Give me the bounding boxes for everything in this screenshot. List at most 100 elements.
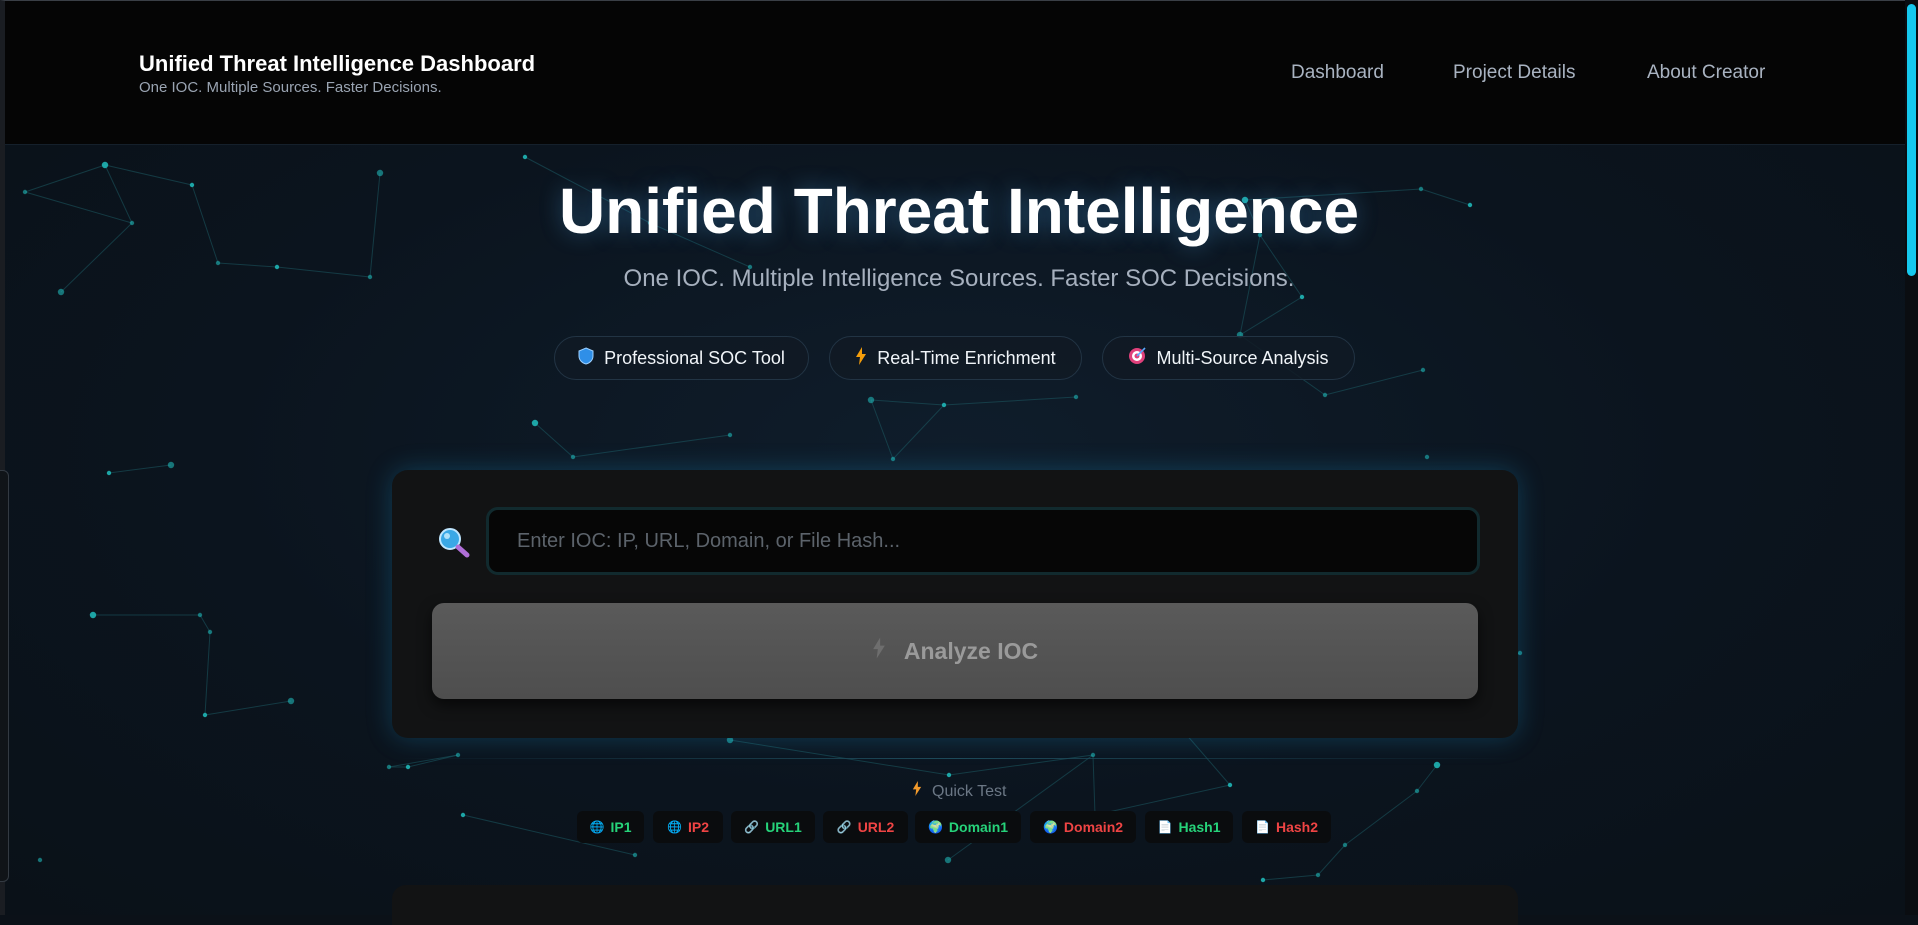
chip-label: Domain2 xyxy=(1063,819,1124,835)
hero-title: Unified Threat Intelligence xyxy=(558,175,1360,247)
network-node xyxy=(455,752,461,758)
network-node xyxy=(106,470,112,476)
nav-about-creator[interactable]: About Creator xyxy=(1647,62,1765,84)
earth-icon: 🌍 xyxy=(1042,820,1058,834)
network-edge xyxy=(870,399,894,460)
network-node xyxy=(1342,842,1348,848)
globe-icon: 🌐 xyxy=(589,820,605,834)
quick-test-chip-domain2[interactable]: 🌍 Domain2 xyxy=(1030,811,1136,843)
network-node xyxy=(386,764,392,770)
magnifier-icon xyxy=(437,526,471,560)
network-node xyxy=(287,697,295,705)
shield-icon xyxy=(578,346,594,370)
network-edge xyxy=(108,464,172,474)
nav-dashboard[interactable]: Dashboard xyxy=(1291,62,1384,84)
network-node xyxy=(941,402,947,408)
network-node xyxy=(531,419,539,427)
document-icon: 📄 xyxy=(1157,820,1173,834)
brand-title: Unified Threat Intelligence Dashboard xyxy=(139,51,536,76)
chip-label: URL1 xyxy=(765,819,802,835)
analyze-button-label: Analyze IOC xyxy=(903,637,1039,664)
quick-test-text: Quick Test xyxy=(932,783,1007,800)
lightning-icon xyxy=(912,781,926,800)
network-edge xyxy=(943,396,1077,406)
network-node xyxy=(89,611,97,619)
quick-test-chip-ip1[interactable]: 🌐 IP1 xyxy=(577,811,644,843)
network-node xyxy=(890,456,896,462)
chip-label: Hash2 xyxy=(1275,819,1318,835)
network-edge xyxy=(388,754,459,768)
chip-label: URL2 xyxy=(857,819,895,835)
link-icon: 🔗 xyxy=(836,820,852,834)
pill-multi-source-analysis: Multi-Source Analysis xyxy=(1102,336,1355,380)
network-edge xyxy=(1184,732,1231,786)
section-divider xyxy=(392,758,1518,759)
quick-test-chip-domain1[interactable]: 🌍 Domain1 xyxy=(915,811,1021,843)
network-edge xyxy=(947,754,1094,861)
link-icon: 🔗 xyxy=(744,820,760,834)
network-edge xyxy=(870,399,945,406)
network-node xyxy=(101,161,109,169)
network-node xyxy=(1322,392,1328,398)
hero-subtitle: One IOC. Multiple Intelligence Sources. … xyxy=(623,265,1295,292)
network-node xyxy=(867,396,875,404)
lightning-icon xyxy=(872,636,886,667)
pill-label: Professional SOC Tool xyxy=(604,347,785,368)
network-node xyxy=(727,432,733,438)
target-icon xyxy=(1128,346,1147,370)
network-node xyxy=(1424,454,1430,460)
lightning-icon xyxy=(855,346,867,370)
network-edge xyxy=(892,404,945,460)
network-node xyxy=(1315,872,1321,878)
quick-test-chip-ip2[interactable]: 🌐 IP2 xyxy=(653,811,723,843)
network-node xyxy=(197,612,203,618)
network-edge xyxy=(1317,844,1346,876)
network-edge xyxy=(204,631,211,716)
quick-test-label: Quick Test xyxy=(0,781,1918,801)
analyze-ioc-button[interactable]: Analyze IOC xyxy=(432,603,1478,699)
scrollbar[interactable] xyxy=(1905,0,1918,915)
network-node xyxy=(1073,394,1079,400)
network-node xyxy=(1420,367,1426,373)
network-edge xyxy=(204,700,292,716)
network-node xyxy=(1260,877,1266,883)
network-node xyxy=(405,764,411,770)
globe-icon: 🌐 xyxy=(667,820,682,834)
network-edge xyxy=(1239,296,1303,336)
network-edge xyxy=(1262,874,1319,881)
quick-test-chip-hash2[interactable]: 📄 Hash2 xyxy=(1242,811,1331,843)
network-node xyxy=(944,856,952,864)
network-node xyxy=(1090,752,1096,758)
network-node xyxy=(1433,761,1441,769)
network-node xyxy=(460,812,466,818)
network-node xyxy=(570,454,576,460)
network-edge xyxy=(199,614,211,633)
quick-test-chip-url1[interactable]: 🔗 URL1 xyxy=(731,811,815,843)
network-node xyxy=(207,629,213,635)
network-node xyxy=(522,154,528,160)
network-node xyxy=(632,852,638,858)
network-node xyxy=(1517,650,1523,656)
nav-project-details[interactable]: Project Details xyxy=(1453,62,1576,84)
pill-professional-soc-tool: Professional SOC Tool xyxy=(554,336,809,380)
network-edge xyxy=(534,422,574,458)
chip-label: IP2 xyxy=(687,819,709,835)
quick-test-chip-hash1[interactable]: 📄 Hash1 xyxy=(1145,811,1233,843)
network-node xyxy=(202,712,208,718)
chip-label: Domain1 xyxy=(948,819,1009,835)
earth-icon: 🌍 xyxy=(927,820,943,834)
brand-subtitle: One IOC. Multiple Sources. Faster Decisi… xyxy=(139,79,442,96)
top-header: Unified Threat Intelligence Dashboard On… xyxy=(5,1,1905,145)
network-node xyxy=(946,772,952,778)
results-card xyxy=(392,885,1518,925)
pill-real-time-enrichment: Real-Time Enrichment xyxy=(829,336,1082,380)
pill-label: Multi-Source Analysis xyxy=(1156,347,1329,368)
quick-test-chip-url2[interactable]: 🔗 URL2 xyxy=(823,811,908,843)
network-node xyxy=(167,461,175,469)
side-panel-tab[interactable] xyxy=(0,470,9,882)
network-edge xyxy=(572,434,731,458)
ioc-search-input[interactable] xyxy=(486,507,1480,575)
network-node xyxy=(1299,294,1305,300)
document-icon: 📄 xyxy=(1255,820,1270,834)
network-node xyxy=(37,857,43,863)
